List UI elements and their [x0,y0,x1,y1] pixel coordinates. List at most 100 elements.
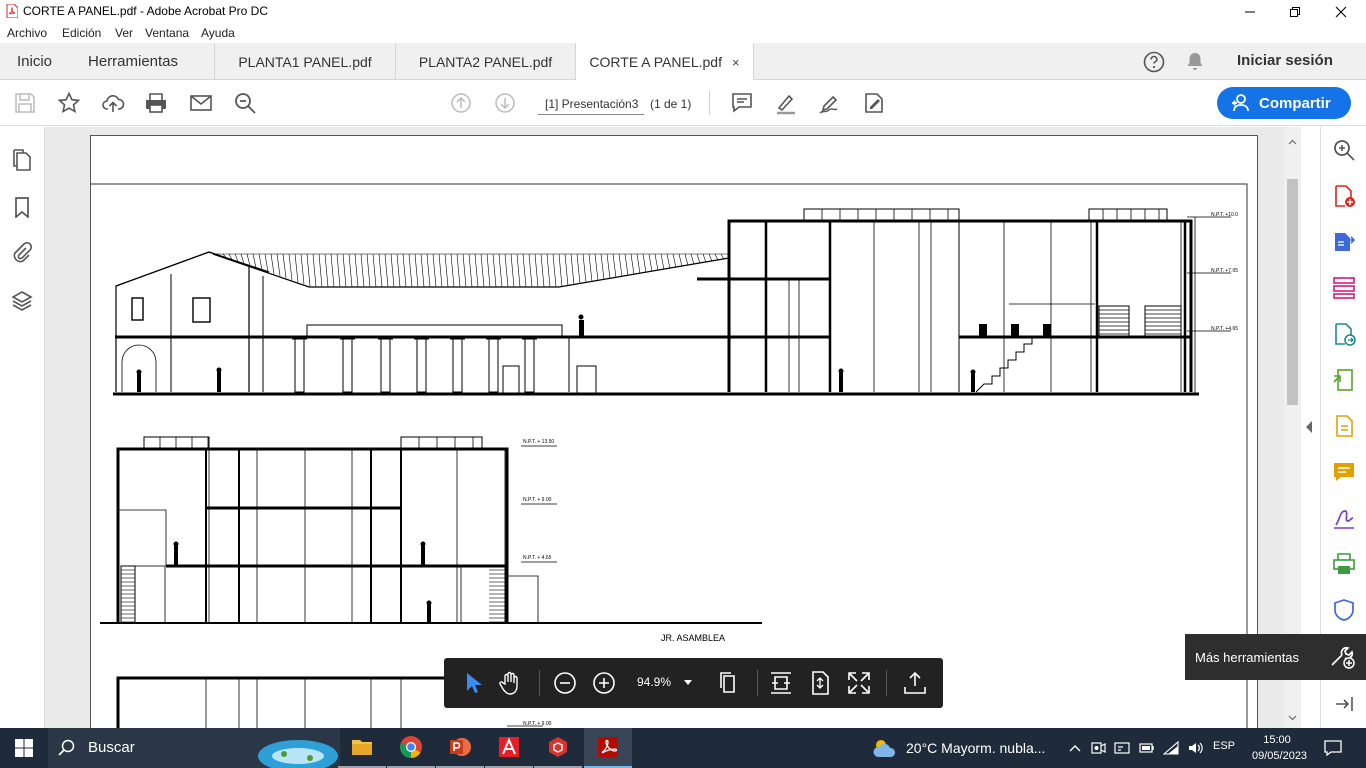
system-clock[interactable]: 15:00 09/05/2023 [1252,732,1307,764]
email-button[interactable] [189,91,213,115]
fill-sign-button[interactable] [862,91,886,115]
print-production-icon[interactable] [1332,552,1356,576]
draw-button[interactable] [818,91,842,115]
toolbar-divider [709,91,710,115]
street-label: JR. ASAMBLEA [661,633,725,643]
upload-cloud-button[interactable] [101,91,125,115]
page-display-button[interactable] [715,670,741,696]
minimize-button[interactable] [1227,0,1273,23]
level-label: N.P.T. + 4.65 [523,555,552,561]
menu-ventana[interactable]: Ventana [145,26,189,40]
chevron-down-icon[interactable] [683,679,693,687]
zoom-search-icon[interactable] [1332,138,1356,162]
menu-archivo[interactable]: Archivo [7,26,47,40]
fit-page-button[interactable] [807,670,833,696]
attachment-icon[interactable] [11,242,33,264]
page-thumbnails-icon[interactable] [11,149,33,171]
taskbar-chrome[interactable] [387,728,435,768]
tab-inicio[interactable]: Inicio [17,53,52,70]
close-window-button[interactable] [1318,0,1364,23]
tab-close-button[interactable]: × [732,55,740,70]
create-pdf-icon[interactable] [1332,184,1356,208]
more-tools-icon[interactable] [1329,645,1355,669]
taskbar-autocad[interactable] [485,728,533,768]
search-highlight-illustration [258,740,338,768]
comment-button[interactable] [730,91,754,115]
hand-tool-button[interactable] [497,670,523,696]
share-button[interactable]: Compartir [1217,87,1351,119]
menu-ayuda[interactable]: Ayuda [201,26,235,40]
input-language[interactable]: ESP [1213,740,1235,752]
fit-width-icon [771,672,791,694]
floatbar-divider [539,670,540,696]
wifi-icon[interactable] [1163,740,1179,756]
layers-icon[interactable] [11,290,33,312]
share-upload-button[interactable] [902,670,928,696]
organize-pages-icon[interactable] [1332,276,1356,300]
zoom-level[interactable]: 94.9% [637,675,671,689]
bell-icon[interactable] [1186,51,1204,71]
edit-pdf-icon[interactable] [1332,322,1356,346]
page-count: (1 de 1) [650,97,692,111]
select-tool-button[interactable] [459,670,485,696]
chevron-up-icon[interactable] [1067,740,1083,756]
document-viewport[interactable]: N.P.T. +10.0 N.P.T. +7.05 N.P.T. +4.65 N… [45,127,1284,728]
fill-sign-tool-icon[interactable] [1332,506,1356,530]
notifications-icon[interactable] [1324,739,1342,757]
highlight-button[interactable] [774,91,798,115]
cursor-arrow-icon [467,673,482,693]
collapse-right-pane-icon[interactable] [1305,420,1313,434]
protect-shield-icon[interactable] [1332,598,1356,622]
battery-icon[interactable] [1139,740,1155,756]
next-page-button[interactable] [493,91,517,115]
search-icon [235,93,256,114]
minimize-icon [1245,11,1255,12]
help-icon[interactable] [1143,51,1165,73]
zoom-out-button[interactable] [552,670,578,696]
tab-planta1[interactable]: PLANTA1 PANEL.pdf [214,43,395,80]
previous-page-button[interactable] [449,91,473,115]
scrollbar-thumb[interactable] [1287,179,1298,405]
volume-icon[interactable] [1187,740,1203,756]
page-number-field[interactable]: [1] Presentación3 [538,95,644,115]
scroll-up-icon[interactable] [1288,139,1297,145]
print-button[interactable] [144,91,168,115]
fit-width-button[interactable] [768,670,794,696]
collapse-tools-icon[interactable] [1332,692,1356,716]
combine-files-icon[interactable] [1332,414,1356,438]
restore-button[interactable] [1272,0,1318,23]
taskbar-powerpoint[interactable] [436,728,484,768]
bookmarks-icon[interactable] [11,196,33,218]
save-button[interactable] [13,91,37,115]
level-label: N.P.T. +10.0 [1211,212,1238,218]
webcam-icon[interactable] [1090,740,1106,756]
menu-ver[interactable]: Ver [115,26,133,40]
taskbar-search[interactable]: Buscar [48,728,340,768]
full-screen-button[interactable] [846,670,872,696]
zoom-in-button[interactable] [591,670,617,696]
signin-link[interactable]: Iniciar sesión [1237,52,1333,69]
taskbar-acrobat[interactable] [584,728,632,768]
tab-herramientas[interactable]: Herramientas [88,53,178,70]
bookmark-star-button[interactable] [57,91,81,115]
weather-widget[interactable]: 20°C Mayorm. nubla... [872,728,1045,768]
export-pdf-icon[interactable] [1332,230,1356,254]
taskbar-file-explorer[interactable] [338,728,386,768]
search-icon [58,739,75,756]
meet-now-icon[interactable] [1114,740,1130,756]
menu-edicion[interactable]: Edición [62,26,101,40]
powerpoint-icon [450,738,471,756]
start-button[interactable] [0,728,48,768]
floatbar-divider [757,670,758,696]
scroll-down-icon[interactable] [1288,715,1297,721]
acrobat-window: CORTE A PANEL.pdf - Adobe Acrobat Pro DC… [0,0,1366,768]
compress-pdf-icon[interactable] [1332,368,1356,392]
tab-planta2[interactable]: PLANTA2 PANEL.pdf [395,43,575,80]
upload-tray-icon [904,671,926,694]
tab-corte-a[interactable]: CORTE A PANEL.pdf × [575,43,754,81]
save-icon [15,93,35,113]
comment-tool-icon[interactable] [1332,460,1356,484]
taskbar-sketchup[interactable] [534,728,582,768]
search-button[interactable] [233,91,257,115]
hand-icon [499,671,518,695]
